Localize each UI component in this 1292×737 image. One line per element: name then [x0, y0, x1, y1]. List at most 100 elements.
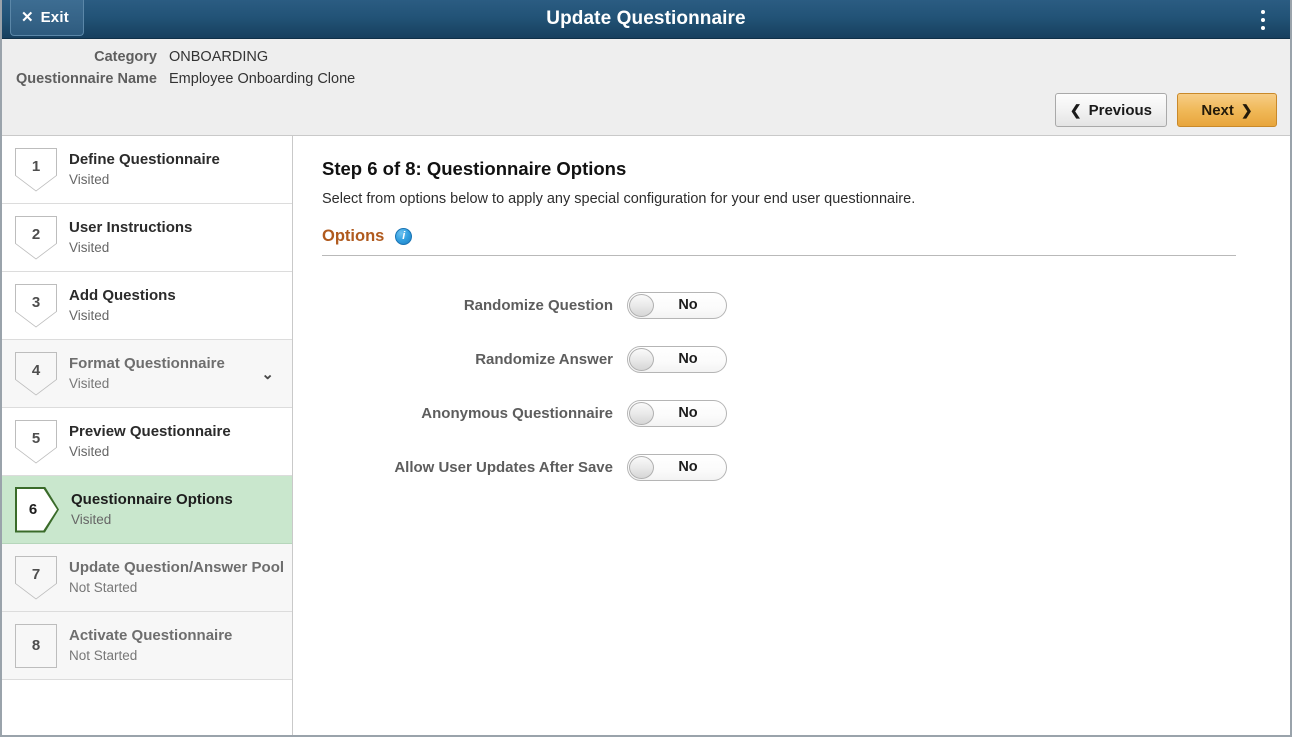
step-status: Visited: [69, 240, 110, 255]
wizard-navigation: ❮ Previous Next ❯: [1054, 93, 1277, 127]
option-row-anonymous-questionnaire: Anonymous Questionnaire No: [322, 386, 1264, 440]
previous-button-label: Previous: [1088, 101, 1152, 119]
step-text: User Instructions Visited: [69, 219, 282, 256]
sidebar-step-5[interactable]: 5 Preview Questionnaire Visited: [2, 408, 292, 476]
step-text: Add Questions Visited: [69, 287, 282, 324]
step-status: Visited: [69, 172, 110, 187]
exit-button-label: Exit: [40, 9, 69, 26]
previous-button[interactable]: ❮ Previous: [1054, 93, 1167, 127]
step-number: 3: [31, 294, 41, 311]
step-status: Not Started: [69, 580, 138, 595]
sub-header: Category ONBOARDING Questionnaire Name E…: [2, 39, 1290, 136]
close-x-icon: ✕: [21, 9, 34, 26]
category-value: ONBOARDING: [169, 49, 269, 65]
step-status: Visited: [69, 444, 110, 459]
option-label: Randomize Question: [463, 296, 613, 314]
step-title: User Instructions: [69, 219, 193, 236]
chevron-left-icon: ❮: [1069, 102, 1082, 118]
step-text: Update Question/Answer Pool Not Started: [69, 559, 285, 596]
step-number: 8: [31, 637, 41, 654]
step-text: Define Questionnaire Visited: [69, 151, 282, 188]
step-number-badge: 2: [15, 215, 57, 260]
step-heading: Step 6 of 8: Questionnaire Options: [322, 158, 627, 179]
step-description: Select from options below to apply any s…: [322, 191, 916, 207]
toggle-knob: [629, 293, 654, 317]
allow-user-updates-after-save-toggle[interactable]: No: [627, 453, 727, 481]
step-status: Visited: [71, 512, 112, 527]
sidebar-step-1[interactable]: 1 Define Questionnaire Visited: [2, 136, 292, 204]
step-number: 4: [31, 362, 41, 379]
toggle-knob: [629, 347, 654, 371]
step-number-badge: 5: [15, 419, 57, 464]
exit-button[interactable]: ✕ Exit: [10, 0, 84, 36]
kebab-dot: [1261, 9, 1265, 14]
sidebar-step-6[interactable]: 6 Questionnaire Options Visited: [2, 476, 292, 544]
next-button[interactable]: Next ❯: [1177, 93, 1277, 127]
step-number-badge: 6: [15, 486, 59, 533]
step-title: Activate Questionnaire: [69, 627, 233, 644]
step-number: 2: [31, 226, 41, 243]
step-sidebar: 1 Define Questionnaire Visited 2 User In…: [2, 136, 293, 735]
step-title: Questionnaire Options: [71, 491, 233, 508]
page-body: 1 Define Questionnaire Visited 2 User In…: [2, 136, 1290, 735]
step-number-badge: 1: [15, 147, 57, 192]
anonymous-questionnaire-toggle[interactable]: No: [627, 399, 727, 427]
section-divider: [322, 255, 1236, 256]
questionnaire-name-value: Employee Onboarding Clone: [169, 71, 356, 87]
page-title: Update Questionnaire: [546, 8, 746, 29]
step-status: Visited: [69, 376, 110, 391]
step-number-badge: 8: [15, 623, 57, 668]
kebab-dot: [1261, 17, 1265, 22]
kebab-menu-icon[interactable]: [1246, 0, 1280, 39]
sidebar-filler: [2, 680, 292, 735]
app-window: ✕ Exit Update Questionnaire Category ONB…: [0, 0, 1292, 737]
meta-row-questionnaire-name: Questionnaire Name Employee Onboarding C…: [2, 71, 1290, 93]
category-label: Category: [94, 49, 157, 65]
randomize-question-toggle[interactable]: No: [627, 291, 727, 319]
step-status: Not Started: [69, 648, 138, 663]
options-section-title: Options: [322, 227, 385, 245]
option-label: Randomize Answer: [475, 350, 613, 368]
step-number-badge: 3: [15, 283, 57, 328]
main-content: Step 6 of 8: Questionnaire Options Selec…: [293, 136, 1290, 735]
next-button-label: Next: [1201, 101, 1234, 119]
kebab-dot: [1261, 25, 1265, 30]
questionnaire-meta: Category ONBOARDING Questionnaire Name E…: [2, 39, 1290, 93]
step-title: Add Questions: [69, 287, 176, 304]
info-icon[interactable]: i: [395, 228, 413, 245]
title-bar: ✕ Exit Update Questionnaire: [2, 0, 1290, 39]
toggle-knob: [629, 401, 654, 425]
questionnaire-name-label: Questionnaire Name: [15, 71, 157, 87]
option-row-randomize-answer: Randomize Answer No: [322, 332, 1264, 386]
option-row-allow-user-updates-after-save: Allow User Updates After Save No: [322, 440, 1264, 494]
sidebar-step-8[interactable]: 8 Activate Questionnaire Not Started: [2, 612, 292, 680]
step-number: 1: [31, 158, 41, 175]
chevron-down-icon[interactable]: ⌄: [261, 365, 282, 383]
step-number: 7: [31, 566, 41, 583]
step-number: 5: [31, 430, 41, 447]
chevron-right-icon: ❯: [1240, 102, 1253, 118]
step-number-badge: 7: [15, 555, 57, 600]
step-title: Format Questionnaire: [69, 355, 225, 372]
step-status: Visited: [69, 308, 110, 323]
step-text: Preview Questionnaire Visited: [69, 423, 282, 460]
option-label: Allow User Updates After Save: [394, 458, 613, 476]
toggle-knob: [629, 455, 654, 479]
step-text: Questionnaire Options Visited: [71, 491, 282, 528]
step-text: Activate Questionnaire Not Started: [69, 627, 282, 664]
step-title: Preview Questionnaire: [69, 423, 231, 440]
step-text: Format Questionnaire Visited: [69, 355, 249, 392]
sidebar-step-7[interactable]: 7 Update Question/Answer Pool Not Starte…: [2, 544, 292, 612]
step-title: Define Questionnaire: [69, 151, 220, 168]
options-section-header: Options i: [322, 227, 1264, 246]
step-number: 6: [28, 501, 38, 518]
randomize-answer-toggle[interactable]: No: [627, 345, 727, 373]
meta-row-category: Category ONBOARDING: [2, 49, 1290, 71]
sidebar-step-2[interactable]: 2 User Instructions Visited: [2, 204, 292, 272]
sidebar-step-4[interactable]: 4 Format Questionnaire Visited ⌄: [2, 340, 292, 408]
option-label: Anonymous Questionnaire: [421, 404, 613, 422]
sidebar-step-3[interactable]: 3 Add Questions Visited: [2, 272, 292, 340]
options-list: Randomize Question No Randomize Answer N…: [322, 278, 1264, 494]
option-row-randomize-question: Randomize Question No: [322, 278, 1264, 332]
step-title: Update Question/Answer Pool: [69, 559, 285, 576]
